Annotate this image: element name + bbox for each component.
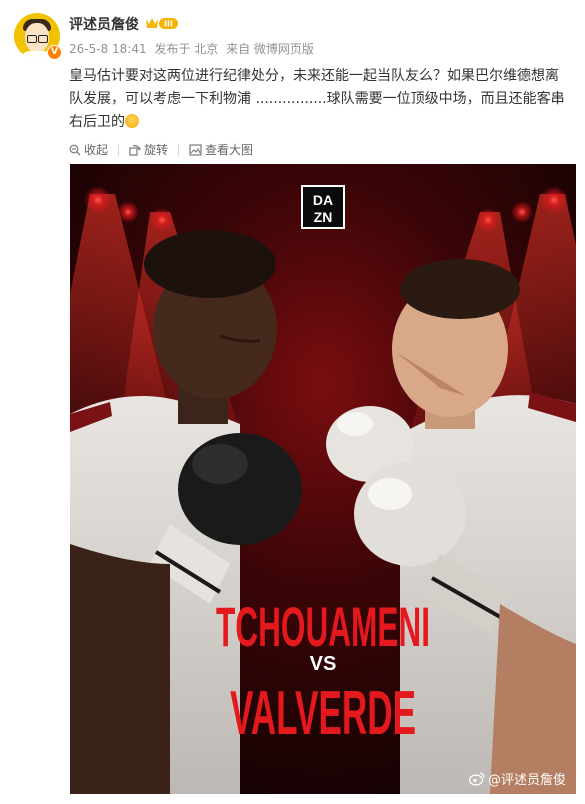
image-toolbar: 收起 旋转 查看大图 xyxy=(69,141,263,158)
fighter-name-top: TCHOUAMENI xyxy=(216,595,430,658)
toolbar-divider xyxy=(178,143,180,156)
post-location: 发布于 北京 xyxy=(154,42,219,56)
spotlight xyxy=(511,201,533,223)
fighter-name-bottom: VALVERDE xyxy=(230,679,416,748)
dazn-logo-bottom: ZN xyxy=(314,209,333,225)
username[interactable]: 评述员詹俊 xyxy=(69,14,139,34)
avatar-glasses-left xyxy=(27,35,37,43)
post-meta: 26-5-8 18:41 发布于 北京 来自 微博网页版 xyxy=(69,40,318,57)
rotate-button[interactable]: 旋转 xyxy=(129,141,168,158)
collapse-button[interactable]: 收起 xyxy=(69,141,108,158)
toolbar-divider xyxy=(118,143,120,156)
view-large-button[interactable]: 查看大图 xyxy=(189,141,253,158)
post-timestamp[interactable]: 26-5-8 18:41 xyxy=(69,42,147,56)
post-source: 来自 微博网页版 xyxy=(226,42,314,56)
collapse-label: 收起 xyxy=(84,143,109,157)
weibo-watermark: @评述员詹俊 xyxy=(468,769,566,788)
member-level-badge[interactable]: III xyxy=(145,16,179,30)
post-text: 皇马估计要对这两位进行纪律处分，未来还能一起当队友么？如果巴尔维德想离队发展，可… xyxy=(69,65,569,134)
spotlight xyxy=(84,186,112,214)
weibo-logo-icon xyxy=(468,771,485,786)
post-image[interactable]: DA ZN TCHOUAMENI VS VALVERDE @评述员詹俊 xyxy=(70,164,576,794)
rotate-label: 旋转 xyxy=(144,143,169,157)
member-level-text: III xyxy=(164,20,173,29)
image-icon xyxy=(189,143,202,156)
spotlight xyxy=(117,201,139,223)
verified-badge: V xyxy=(47,45,62,60)
fight-poster: DA ZN TCHOUAMENI VS VALVERDE xyxy=(70,164,576,794)
dazn-logo: DA ZN xyxy=(301,185,345,229)
view-large-label: 查看大图 xyxy=(205,143,254,157)
rotate-icon xyxy=(129,144,141,156)
post-body: 皇马估计要对这两位进行纪律处分，未来还能一起当队友么？如果巴尔维德想离队发展，可… xyxy=(69,68,565,130)
zoom-out-icon xyxy=(69,144,81,155)
avatar-glasses-right xyxy=(38,35,48,43)
watermark-text: @评述员詹俊 xyxy=(487,773,566,788)
spotlight xyxy=(540,186,568,214)
versus-label: VS xyxy=(310,653,337,675)
spotlight xyxy=(476,208,500,232)
dazn-logo-top: DA xyxy=(313,192,333,208)
laugh-cry-emoji-icon xyxy=(125,114,139,128)
spotlight xyxy=(150,208,174,232)
